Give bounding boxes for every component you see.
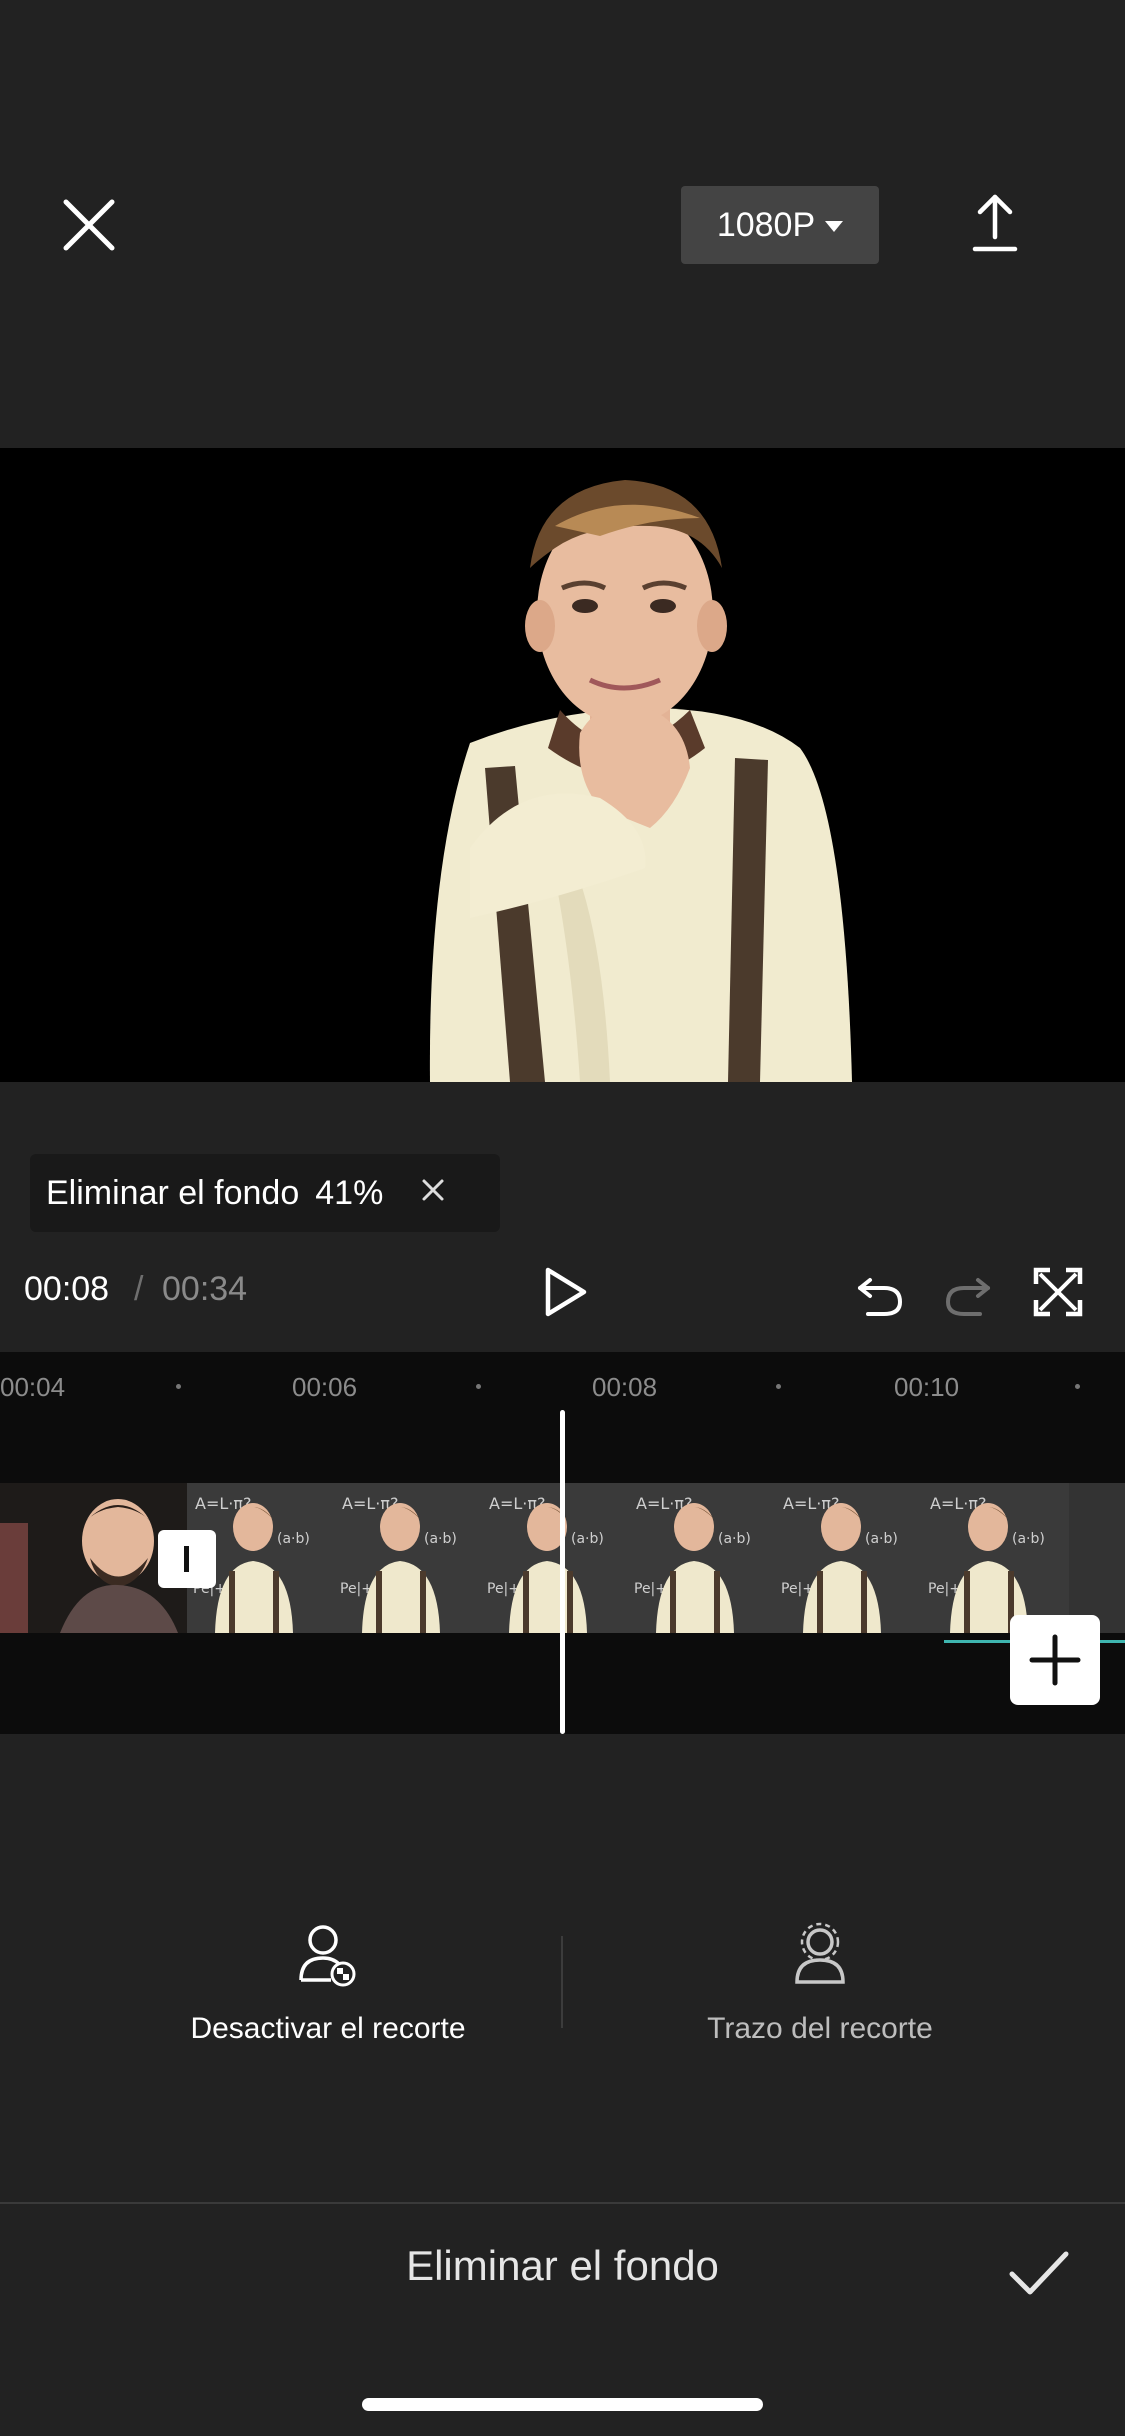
video-preview[interactable] (0, 448, 1125, 1082)
progress-percent: 41% (315, 1173, 384, 1212)
resolution-label: 1080P (716, 205, 816, 244)
play-icon (545, 1267, 587, 1317)
close-icon (422, 1179, 444, 1200)
transition-marker[interactable] (158, 1530, 216, 1588)
caret-down-icon (825, 220, 844, 232)
cutout-stroke-option[interactable]: Trazo del recorte (640, 1920, 1000, 2045)
export-button[interactable] (955, 185, 1035, 265)
checkmark-icon (1009, 2251, 1069, 2295)
plus-icon (1029, 1634, 1081, 1686)
panel-divider (0, 2202, 1125, 2204)
person-cutout-icon (299, 1925, 356, 1987)
play-button[interactable] (536, 1262, 596, 1322)
tick-label: 00:04 (0, 1372, 66, 1402)
clip-thumbnails: A=L·π? (a·b) Pe|+| (187, 1483, 1069, 1633)
tick-label: 00:10 (894, 1372, 960, 1402)
time-separator: / (134, 1270, 144, 1308)
video-clip-current[interactable]: A=L·π? (a·b) Pe|+| (187, 1483, 1125, 1633)
undo-icon (858, 1278, 903, 1316)
subject-image (429, 480, 852, 1082)
resolution-dropdown[interactable]: 1080P (681, 186, 879, 264)
panel-title: Eliminar el fondo (406, 2242, 719, 2289)
current-time: 00:08 (24, 1270, 110, 1308)
tick-dot (776, 1384, 781, 1389)
add-clip-button[interactable] (1010, 1615, 1100, 1705)
tick-label: 00:06 (292, 1372, 358, 1402)
close-button[interactable] (50, 180, 130, 270)
transition-bar-icon (184, 1546, 189, 1572)
cutout-stroke-label: Trazo del recorte (707, 2012, 933, 2045)
disable-cutout-option[interactable]: Desactivar el recorte (140, 1920, 516, 2045)
total-time: 00:34 (162, 1270, 248, 1308)
fullscreen-icon (1033, 1267, 1083, 1317)
person-outline-icon (795, 1922, 845, 1984)
fullscreen-button[interactable] (1028, 1262, 1088, 1322)
tick-dot (176, 1384, 181, 1389)
redo-icon (945, 1278, 990, 1316)
upload-icon (972, 194, 1018, 252)
tick-dot (476, 1384, 481, 1389)
cancel-progress-button[interactable] (419, 1174, 447, 1213)
redo-button[interactable] (938, 1262, 998, 1322)
playhead[interactable] (560, 1410, 565, 1734)
options-divider (561, 1936, 563, 2028)
close-icon (63, 199, 115, 251)
tick-dot (1075, 1384, 1080, 1389)
progress-label: Eliminar el fondo (46, 1173, 300, 1212)
home-indicator[interactable] (362, 2398, 763, 2411)
disable-cutout-label: Desactivar el recorte (190, 2012, 466, 2045)
background-removal-progress: Eliminar el fondo 41% (30, 1154, 500, 1232)
confirm-button[interactable] (1004, 2238, 1074, 2308)
tick-label: 00:08 (592, 1372, 658, 1402)
undo-button[interactable] (850, 1262, 910, 1322)
